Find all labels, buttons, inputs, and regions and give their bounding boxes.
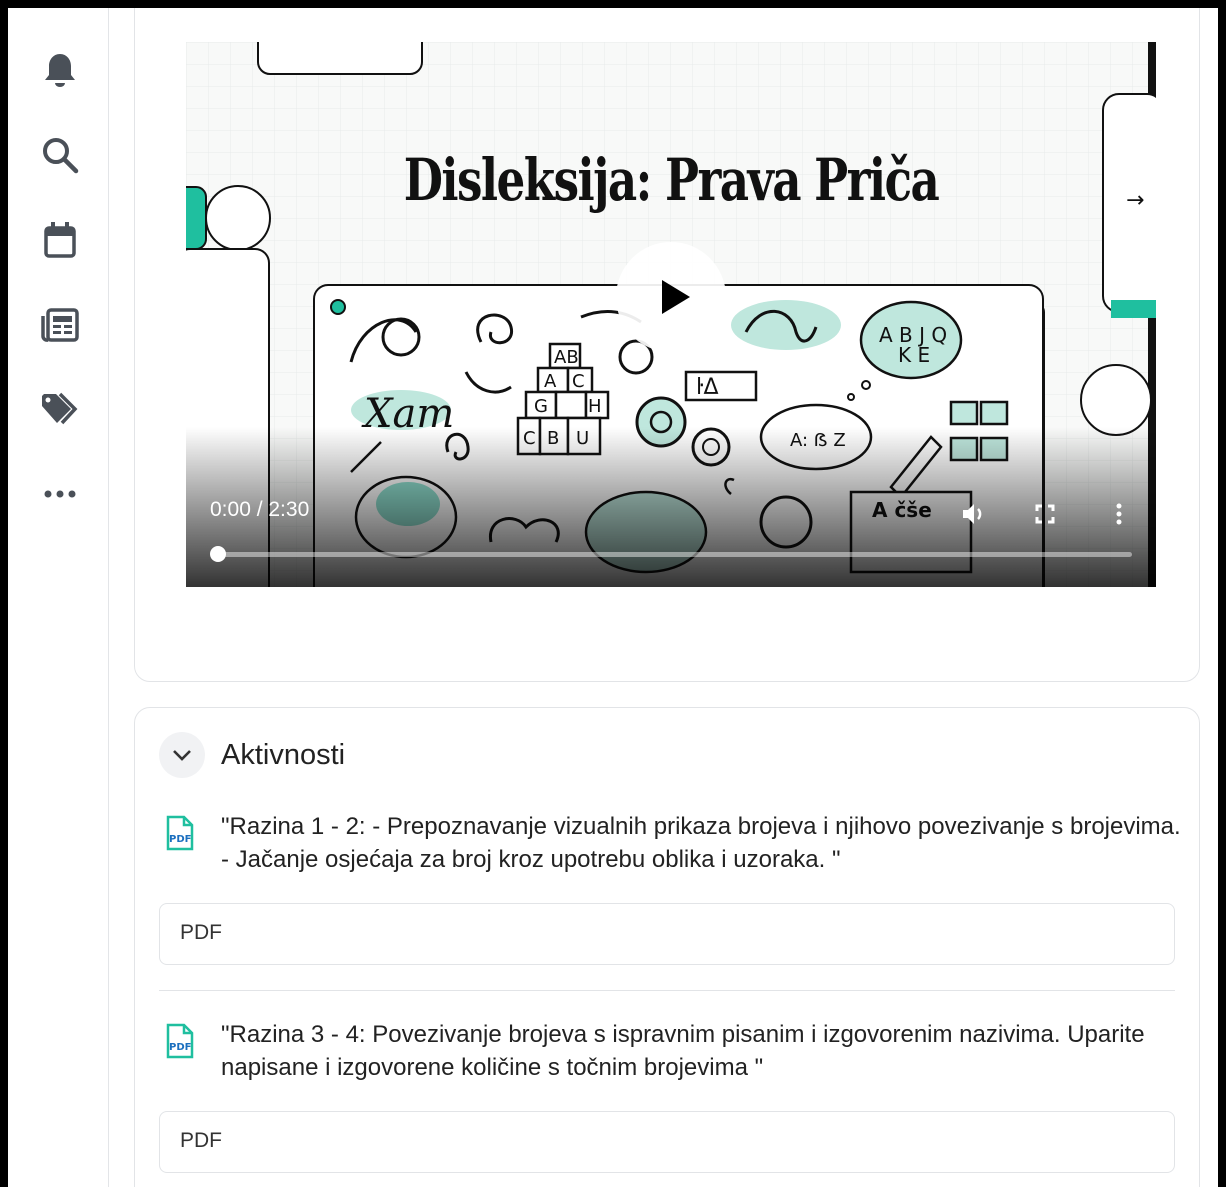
pdf-attachment-label: PDF <box>180 921 222 944</box>
svg-text:G: G <box>534 396 548 417</box>
activity-description: "Razina 1 - 2: - Prepoznavanje vizualnih… <box>221 813 1181 873</box>
tag-icon[interactable] <box>40 390 80 430</box>
video-player[interactable]: → Xam AB A C GH ŀΔ A B J Q K E Disleksij… <box>186 42 1156 587</box>
play-button[interactable] <box>616 242 726 352</box>
more-options-icon[interactable] <box>1103 498 1135 530</box>
video-card: → Xam AB A C GH ŀΔ A B J Q K E Disleksij… <box>134 8 1200 682</box>
pdf-attachment[interactable]: PDF <box>159 903 1175 965</box>
activities-title: Aktivnosti <box>221 738 346 771</box>
fullscreen-icon[interactable] <box>1029 498 1061 530</box>
video-title: Disleksija: Prava Priča <box>403 146 940 214</box>
pdf-icon: PDF <box>166 815 194 851</box>
activities-header: Aktivnosti <box>159 730 345 780</box>
chevron-down-icon[interactable] <box>159 732 205 778</box>
more-icon[interactable] <box>40 474 80 514</box>
calendar-icon[interactable] <box>40 220 80 260</box>
activity-description: "Razina 3 - 4: Povezivanje brojeva s isp… <box>221 1021 1145 1081</box>
pdf-icon: PDF <box>166 1023 194 1059</box>
progress-handle[interactable] <box>210 546 226 562</box>
svg-text:PDF: PDF <box>169 834 191 845</box>
bell-icon[interactable] <box>40 50 80 90</box>
pdf-attachment-label: PDF <box>180 1129 222 1152</box>
svg-text:ŀΔ: ŀΔ <box>696 375 719 400</box>
search-icon[interactable] <box>40 135 80 175</box>
newspaper-icon[interactable] <box>40 305 80 345</box>
activities-card: Aktivnosti PDF "Razina 1 - 2: - Prepozna… <box>134 707 1200 1187</box>
sidebar <box>8 8 109 1187</box>
controls-gradient <box>186 427 1156 587</box>
pdf-attachment[interactable]: PDF <box>159 1111 1175 1173</box>
app-frame: → Xam AB A C GH ŀΔ A B J Q K E Disleksij… <box>8 8 1218 1187</box>
svg-text:→: → <box>1126 188 1144 213</box>
svg-text:C: C <box>572 371 585 392</box>
svg-text:A: A <box>544 371 557 392</box>
video-time: 0:00 / 2:30 <box>210 498 310 521</box>
main-content: → Xam AB A C GH ŀΔ A B J Q K E Disleksij… <box>108 8 1218 1187</box>
video-progress-bar[interactable] <box>210 546 1132 562</box>
divider <box>159 990 1175 991</box>
svg-text:AB: AB <box>554 347 579 368</box>
volume-icon[interactable] <box>958 498 990 530</box>
svg-text:PDF: PDF <box>169 1042 191 1053</box>
svg-text:K E: K E <box>898 343 930 367</box>
svg-text:H: H <box>588 396 602 417</box>
